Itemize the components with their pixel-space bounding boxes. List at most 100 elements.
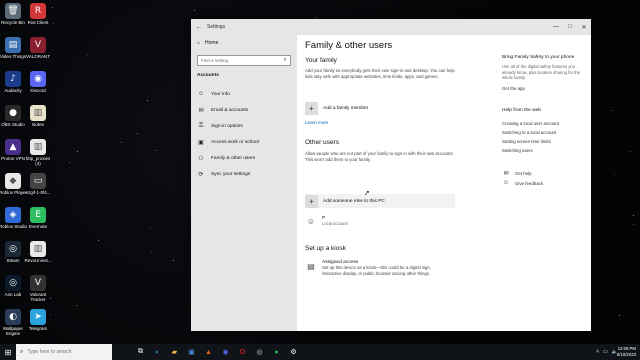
star-dot	[611, 110, 612, 111]
help-link[interactable]: Switching to a local account	[502, 130, 556, 135]
sidebar-item-label: Your info	[211, 91, 230, 97]
clock-date: 8/10/2023	[616, 351, 636, 357]
star-dot	[147, 100, 148, 101]
get-the-app-link[interactable]: Get the app	[502, 86, 525, 91]
help-link[interactable]: Setting screen time limits	[502, 139, 551, 144]
user-icon: ☺	[197, 91, 205, 97]
desktop-icon[interactable]: ◐ Wallpaper Engine	[0, 309, 26, 336]
desktop-icon[interactable]: ▥ http_proxies (4)	[25, 139, 51, 166]
clock-time: 12:09 PM	[617, 346, 636, 351]
other-users-description: Allow people who are not part of your fa…	[305, 151, 454, 162]
nav-home[interactable]: ⌂ Home	[197, 40, 218, 46]
star-dot	[69, 162, 70, 163]
star-dot	[630, 151, 631, 152]
sidebar-item-family-other-users[interactable]: ⚇ Family & other users	[191, 150, 297, 166]
desktop-icon[interactable]: V VALORANT	[25, 37, 51, 59]
add-someone-else-label: Add someone else to this PC	[323, 198, 385, 204]
desktop-icon[interactable]: E Evernote	[25, 207, 51, 229]
store-icon[interactable]: ▣	[183, 344, 200, 360]
app-icon: ●	[5, 105, 21, 121]
app-icon: R	[30, 3, 46, 19]
sidebar-item-your-info[interactable]: ☺ Your info	[191, 86, 297, 102]
search-icon[interactable]: ⌕	[280, 57, 290, 64]
desktop-icon[interactable]: ▥ RevoUninst...	[24, 241, 52, 263]
start-button[interactable]: ⊞	[0, 344, 16, 360]
desktop-icon-label: Riot Client	[27, 20, 49, 25]
kiosk-heading: Set up a kiosk	[305, 245, 346, 252]
app-icon: ➤	[30, 309, 46, 325]
settings-search[interactable]: ⌕	[197, 55, 291, 66]
assigned-access-item[interactable]: ▤ Assigned access Set up this device as …	[305, 260, 447, 277]
tray-chevron-icon[interactable]: ˄	[596, 349, 599, 355]
app-icon: V	[30, 37, 46, 53]
desktop-icon-label: http_proxies (4)	[25, 156, 51, 166]
taskbar-search-input[interactable]	[27, 349, 108, 355]
sidebar-nav-list: ☺ Your info ✉ Email & accounts ⚿ Sign-in opti…	[191, 86, 297, 182]
edge-icon[interactable]: ◐	[149, 344, 166, 360]
user-account-row[interactable]: ☺ P Local account	[305, 215, 348, 227]
user-account-type: Local account	[322, 221, 348, 226]
sidebar-item-label: Sync your settings	[211, 171, 251, 177]
desktop-icon[interactable]: ➤ Telegram	[25, 309, 51, 331]
app-icon: ▥	[30, 139, 46, 155]
settings-icon[interactable]: ⚙	[285, 344, 302, 360]
app-icon: ♪	[5, 71, 21, 87]
desktop-icon[interactable]: ▭ ezgif-1-0f4...	[25, 173, 51, 195]
close-button[interactable]: ✕	[577, 19, 591, 35]
mail-icon: ✉	[198, 107, 204, 114]
learn-more-link[interactable]: Learn more	[305, 120, 329, 125]
star-dot	[614, 174, 615, 175]
sidebar-item-sign-in-options[interactable]: ⚿ Sign-in options	[191, 118, 297, 134]
desktop-icon[interactable]: ◉ Discord	[25, 71, 51, 93]
star-dot	[77, 151, 78, 152]
star-dot	[87, 55, 88, 56]
discord-icon[interactable]: ◉	[217, 344, 234, 360]
back-arrow-icon[interactable]: ←	[191, 24, 207, 31]
spotify-icon[interactable]: ●	[268, 344, 285, 360]
help-link[interactable]: Creating a local user account	[502, 121, 559, 126]
desktop-icon-label: Discord	[30, 88, 46, 93]
sidebar-item-email-accounts[interactable]: ✉ Email & accounts	[191, 102, 297, 118]
maximize-button[interactable]: □	[563, 19, 577, 35]
minimize-button[interactable]: —	[549, 19, 563, 35]
taskbar-clock[interactable]: 12:09 PM 8/10/2023	[617, 346, 636, 357]
star-dot	[150, 228, 151, 229]
settings-sidebar: ⌂ Home ⌕ Accounts ☺ Your info ✉ Email & acc…	[191, 35, 297, 331]
app-icon: 🗑	[5, 3, 21, 19]
search-input[interactable]	[198, 58, 280, 63]
app-icon: ◈	[5, 207, 21, 223]
app-icon: ▥	[30, 241, 46, 257]
app-icon: ◎	[5, 241, 21, 257]
help-chat-icon: ✉	[503, 171, 509, 177]
sidebar-item-sync-your-settings[interactable]: ⟳ Sync your settings	[191, 166, 297, 182]
help-link[interactable]: Switching users	[502, 148, 533, 153]
other-users-heading: Other users	[305, 139, 339, 146]
add-family-member-label: Add a family member	[323, 105, 369, 111]
file-explorer-icon[interactable]: ▰	[166, 344, 183, 360]
brave-icon[interactable]: ▲	[200, 344, 217, 360]
home-icon: ⌂	[197, 40, 201, 46]
get-help-link[interactable]: ✉ Get help	[502, 170, 531, 177]
sidebar-item-label: Access work or school	[211, 139, 259, 145]
taskbar-search[interactable]: ⌕	[16, 344, 112, 360]
star-dot	[76, 305, 77, 306]
desktop-icon[interactable]: R Riot Client	[25, 3, 51, 25]
add-someone-else-button[interactable]: + Add someone else to this PC	[305, 194, 455, 208]
star-dot	[151, 252, 152, 253]
add-family-member-button[interactable]: + Add a family member	[305, 101, 368, 115]
give-feedback-link[interactable]: ☺ Give feedback	[502, 180, 543, 186]
network-icon[interactable]: ▭	[603, 349, 608, 355]
sidebar-section-title: Accounts	[197, 73, 219, 78]
opera-icon[interactable]: O	[234, 344, 251, 360]
your-family-description: Add your family so everybody gets their …	[305, 68, 455, 79]
desktop-icon[interactable]: V Valorant Tracker	[25, 275, 51, 302]
app-icon: ◎	[5, 275, 21, 291]
task-view-icon[interactable]: ⧉	[132, 344, 149, 360]
app-icon: E	[30, 207, 46, 223]
sync-icon: ⟳	[198, 171, 204, 178]
steam-icon[interactable]: ◎	[251, 344, 268, 360]
app-icon: ▭	[30, 173, 46, 189]
desktop-icon[interactable]: ▥ Notes	[25, 105, 51, 127]
star-dot	[98, 240, 99, 241]
sidebar-item-access-work-or-school[interactable]: ▣ Access work or school	[191, 134, 297, 150]
